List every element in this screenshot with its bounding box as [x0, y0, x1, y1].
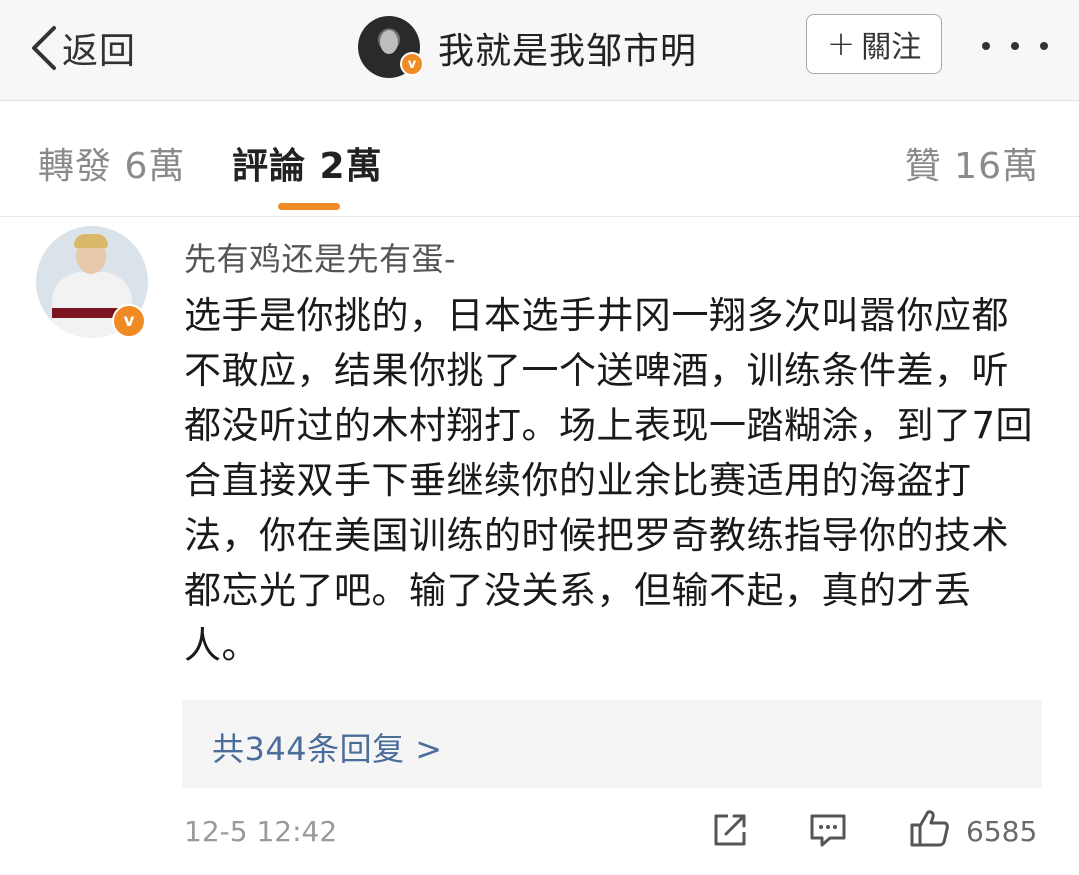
like-count: 6585 [966, 815, 1038, 848]
top-navigation-bar: 返回 v 我就是我邹市明 + 關注 [0, 0, 1079, 101]
replies-count-label: 共344条回复 > [212, 730, 443, 768]
more-dots-icon [1040, 42, 1048, 50]
back-button[interactable]: 返回 [28, 20, 136, 76]
tab-reposts[interactable]: 轉發 6萬 [38, 137, 185, 189]
tab-comments[interactable]: 評論 2萬 [232, 137, 383, 189]
more-dots-icon [1011, 42, 1019, 50]
verified-badge-icon: v [112, 304, 146, 338]
share-button[interactable] [710, 810, 750, 850]
share-icon [714, 814, 746, 846]
plus-icon: + [826, 24, 856, 64]
verified-badge-icon: v [400, 52, 424, 76]
avatar-hair [74, 234, 108, 248]
avatar-photo [380, 30, 398, 54]
chevron-left-icon [32, 26, 56, 70]
profile-avatar[interactable]: v [358, 16, 424, 78]
like-button[interactable] [908, 806, 952, 850]
comment-icon [810, 814, 846, 847]
active-tab-indicator [278, 203, 340, 210]
more-dots-icon [982, 42, 990, 50]
tab-likes[interactable]: 贊 16萬 [905, 137, 1039, 189]
more-options-button[interactable] [982, 34, 1048, 58]
reply-button[interactable] [808, 810, 848, 850]
follow-button[interactable]: + 關注 [806, 14, 942, 74]
tab-bar: 轉發 6萬 評論 2萬 贊 16萬 [0, 101, 1079, 217]
commenter-username[interactable]: 先有鸡还是先有蛋- [184, 234, 456, 280]
thumbs-up-icon [910, 810, 949, 847]
comment-text: 选手是你挑的，日本选手井冈一翔多次叫嚣你应都不敢应，结果你挑了一个送啤酒，训练条… [184, 294, 1034, 667]
weibo-comment-page: 返回 v 我就是我邹市明 + 關注 轉發 6萬 評論 2萬 贊 16萬 v 先有… [0, 0, 1079, 875]
comment-timestamp: 12-5 12:42 [184, 815, 338, 848]
back-label: 返回 [62, 31, 137, 72]
profile-name[interactable]: 我就是我邹市明 [438, 22, 697, 74]
follow-label: 關注 [861, 30, 922, 65]
view-replies-button[interactable]: 共344条回复 > [182, 700, 1042, 788]
